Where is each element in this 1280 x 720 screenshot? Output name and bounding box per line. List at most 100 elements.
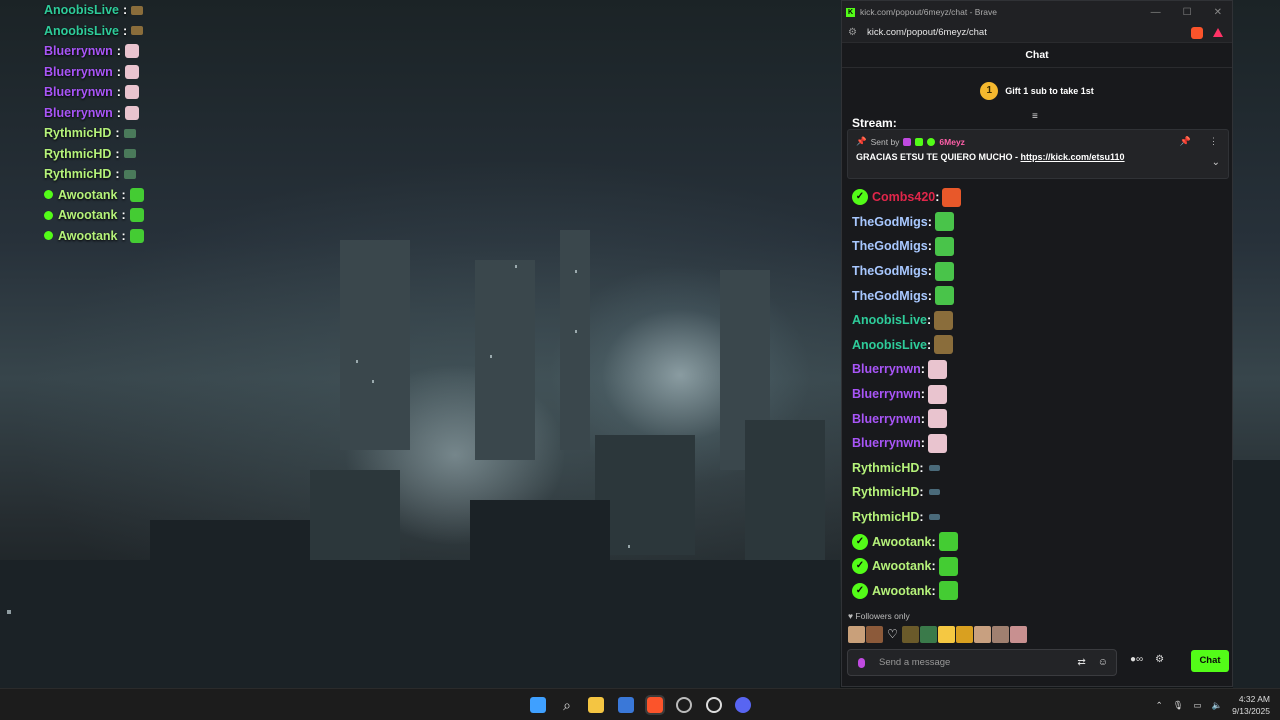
chat-username[interactable]: AnoobisLive — [852, 338, 927, 352]
chevron-up-icon[interactable]: ⌃ — [1156, 700, 1163, 711]
pinned-sender[interactable]: 6Meyz — [939, 137, 965, 147]
window-light — [356, 360, 358, 363]
chat-username[interactable]: Bluerrynwn — [852, 436, 921, 450]
chevron-down-icon[interactable]: ⌄ — [1212, 157, 1220, 168]
quick-emote-icon[interactable]: ♡ — [884, 626, 901, 643]
separator: : — [123, 3, 128, 18]
emote-icon[interactable] — [938, 581, 958, 601]
emote-icon[interactable] — [934, 310, 954, 330]
emote-icon[interactable] — [938, 556, 958, 576]
overlay-username: Awootank — [58, 187, 118, 202]
site-settings-icon[interactable]: ⚙ — [848, 27, 857, 38]
brave-browser-icon[interactable] — [645, 695, 665, 715]
kicks-icon[interactable]: ●∞ — [1130, 654, 1143, 665]
overlay-username: RythmicHD — [44, 167, 112, 182]
pinned-message[interactable]: 📌 Sent by 6Meyz GRACIAS ETSU TE QUIERO M… — [847, 129, 1229, 179]
microphone-icon[interactable] — [858, 657, 865, 668]
quick-emote-icon[interactable] — [938, 626, 955, 643]
chat-username[interactable]: RythmicHD — [852, 510, 919, 524]
emote-icon[interactable] — [934, 335, 954, 355]
building — [150, 520, 310, 580]
emote-icon[interactable] — [927, 384, 947, 404]
chat-username[interactable]: RythmicHD — [852, 485, 919, 499]
emote-icon[interactable] — [934, 286, 954, 306]
url-text[interactable]: kick.com/popout/6meyz/chat — [867, 27, 987, 38]
chat-username[interactable]: RythmicHD — [852, 461, 919, 475]
network-icon[interactable]: ▭ — [1194, 700, 1202, 711]
brave-rewards-icon[interactable] — [1213, 28, 1223, 37]
chat-username[interactable]: Bluerrynwn — [852, 362, 921, 376]
message-list: ✓ Combs420: TheGodMigs: TheGodMigs: TheGodMi… — [852, 185, 962, 603]
quick-emote-icon[interactable] — [1010, 626, 1027, 643]
chat-username[interactable]: Bluerrynwn — [852, 387, 921, 401]
pin-icon: 📌 — [856, 136, 867, 146]
emote-icon[interactable] — [938, 532, 958, 552]
chat-username[interactable]: Bluerrynwn — [852, 412, 921, 426]
minimize-button[interactable]: — — [1151, 7, 1161, 18]
chat-username[interactable]: TheGodMigs — [852, 264, 928, 278]
chat-username[interactable]: TheGodMigs — [852, 215, 928, 229]
emote-icon — [131, 5, 144, 15]
emote-icon[interactable] — [928, 464, 940, 471]
quick-emote-icon[interactable] — [956, 626, 973, 643]
emote-icon[interactable] — [928, 489, 940, 496]
address-bar[interactable]: ⚙ kick.com/popout/6meyz/chat — [842, 23, 1232, 43]
emote-icon — [124, 85, 139, 100]
building — [340, 240, 410, 450]
translate-icon[interactable]: ⇄ — [1077, 657, 1085, 668]
pinned-link[interactable]: https://kick.com/etsu110 — [1021, 152, 1125, 162]
gift-leaderboard[interactable]: 1 Gift 1 sub to take 1st — [842, 68, 1232, 114]
chat-message: ✓ Awootank: — [852, 529, 961, 554]
building — [470, 500, 610, 580]
building — [745, 420, 825, 570]
chat-username[interactable]: TheGodMigs — [852, 239, 928, 253]
quick-emote-icon[interactable] — [920, 626, 937, 643]
quick-emote-icon[interactable] — [848, 626, 865, 643]
emote-icon[interactable] — [942, 187, 962, 207]
maximize-button[interactable]: ☐ — [1183, 7, 1192, 18]
close-button[interactable]: ✕ — [1214, 7, 1222, 18]
discord-icon[interactable] — [735, 697, 751, 713]
emote-icon[interactable] — [927, 409, 947, 429]
emote-icon[interactable] — [934, 236, 954, 256]
emoji-icon[interactable]: ☺ — [1098, 657, 1108, 668]
chat-username[interactable]: Awootank — [872, 535, 932, 549]
separator: : — [920, 411, 925, 426]
search-icon[interactable]: ⌕ — [559, 697, 575, 713]
emote-icon[interactable] — [934, 212, 954, 232]
volume-icon[interactable]: 🔈 — [1212, 700, 1223, 711]
settings-gear-icon[interactable]: ⚙ — [1155, 654, 1164, 665]
window-light — [575, 270, 577, 273]
obs-icon[interactable] — [676, 697, 692, 713]
chat-username[interactable]: Awootank — [872, 559, 932, 573]
chat-username[interactable]: TheGodMigs — [852, 289, 928, 303]
separator: : — [927, 214, 932, 229]
quick-emote-icon[interactable] — [866, 626, 883, 643]
file-explorer-icon[interactable] — [588, 697, 604, 713]
more-options-icon[interactable]: ⋮ — [1209, 136, 1218, 147]
overlay-message: Bluerrynwn: — [44, 41, 144, 62]
emote-icon[interactable] — [934, 261, 954, 281]
steam-icon[interactable] — [706, 697, 722, 713]
building — [475, 260, 535, 460]
chat-username[interactable]: Awootank — [872, 584, 932, 598]
quick-emote-icon[interactable] — [992, 626, 1009, 643]
chat-username[interactable]: AnoobisLive — [852, 313, 927, 327]
store-icon[interactable] — [618, 697, 634, 713]
emote-icon[interactable] — [927, 359, 947, 379]
gift-prompt[interactable]: Gift 1 sub to take 1st — [1005, 86, 1094, 96]
brave-shields-icon[interactable] — [1191, 26, 1203, 39]
unpin-icon[interactable]: 📌 — [1180, 136, 1191, 147]
emote-icon[interactable] — [927, 433, 947, 453]
microphone-tray-icon[interactable]: 🎙 — [1173, 700, 1184, 711]
emote-icon[interactable] — [928, 514, 940, 521]
overlay-username: Awootank — [58, 228, 118, 243]
quick-emote-icon[interactable] — [902, 626, 919, 643]
quick-emote-icon[interactable] — [974, 626, 991, 643]
clock[interactable]: 4:32 AM 9/13/2025 — [1232, 693, 1270, 717]
chat-username[interactable]: Combs420 — [872, 190, 935, 204]
send-chat-button[interactable]: Chat — [1191, 650, 1229, 672]
start-windows-icon[interactable] — [530, 697, 546, 713]
message-input[interactable]: Send a message ⇄ ☺ — [847, 649, 1117, 676]
message-placeholder[interactable]: Send a message — [879, 657, 950, 668]
